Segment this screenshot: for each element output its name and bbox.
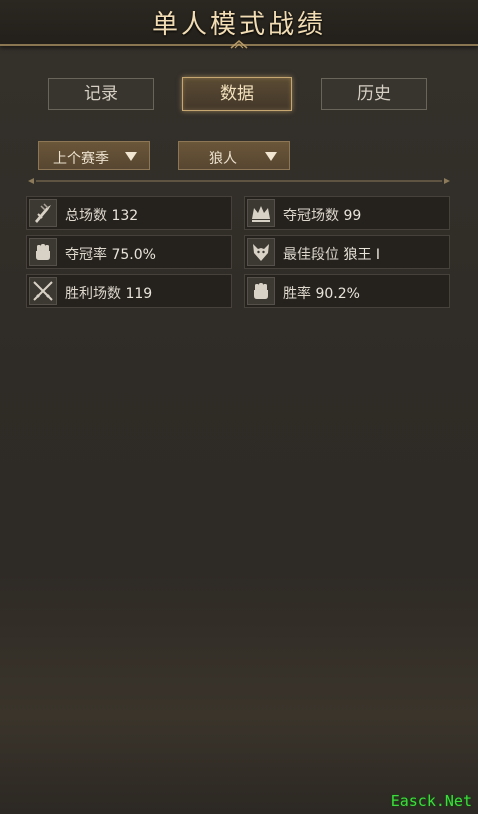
header-ornament-icon (230, 40, 248, 49)
stat-label: 夺冠场数 (283, 208, 339, 224)
wolf-icon (253, 244, 269, 261)
chevron-down-icon (125, 152, 137, 161)
stat-value: 狼王 I (343, 247, 381, 263)
stat-value: 119 (125, 286, 153, 302)
stat-label: 胜利场数 (65, 286, 121, 302)
crossed-swords-icon (33, 281, 53, 301)
role-dropdown[interactable]: 狼人 (178, 141, 290, 170)
stat-win-rate: 胜率 90.2% (244, 274, 450, 308)
page-title: 单人模式战绩 (151, 10, 326, 40)
stat-value: 132 (111, 208, 139, 224)
chevron-down-icon (265, 152, 277, 161)
season-dropdown-label: 上个赛季 (53, 151, 109, 167)
stat-total-matches: 总场数 132 (26, 196, 232, 230)
sword-icon (35, 203, 51, 223)
stat-value: 99 (343, 208, 362, 224)
watermark: Easck.Net (390, 792, 472, 810)
tab-records[interactable]: 记录 (48, 78, 154, 110)
stat-label: 夺冠率 (65, 247, 107, 263)
role-dropdown-label: 狼人 (209, 151, 237, 167)
stat-best-rank: 最佳段位 狼王 I (244, 235, 450, 269)
stat-label: 总场数 (65, 208, 107, 224)
crown-icon (252, 206, 270, 222)
stat-value: 90.2% (315, 286, 360, 302)
stat-value: 75.0% (111, 247, 156, 263)
stat-label: 胜率 (283, 286, 311, 302)
fist-icon (36, 244, 50, 260)
tab-history[interactable]: 历史 (321, 78, 427, 110)
stat-wins: 胜利场数 119 (26, 274, 232, 308)
section-divider (28, 178, 450, 184)
stat-label: 最佳段位 (283, 247, 339, 263)
season-dropdown[interactable]: 上个赛季 (38, 141, 150, 170)
stat-championship-rate: 夺冠率 75.0% (26, 235, 232, 269)
stat-championships: 夺冠场数 99 (244, 196, 450, 230)
fist-icon (254, 283, 268, 299)
header-bar: 单人模式战绩 (0, 0, 478, 49)
tab-data[interactable]: 数据 (182, 77, 292, 111)
